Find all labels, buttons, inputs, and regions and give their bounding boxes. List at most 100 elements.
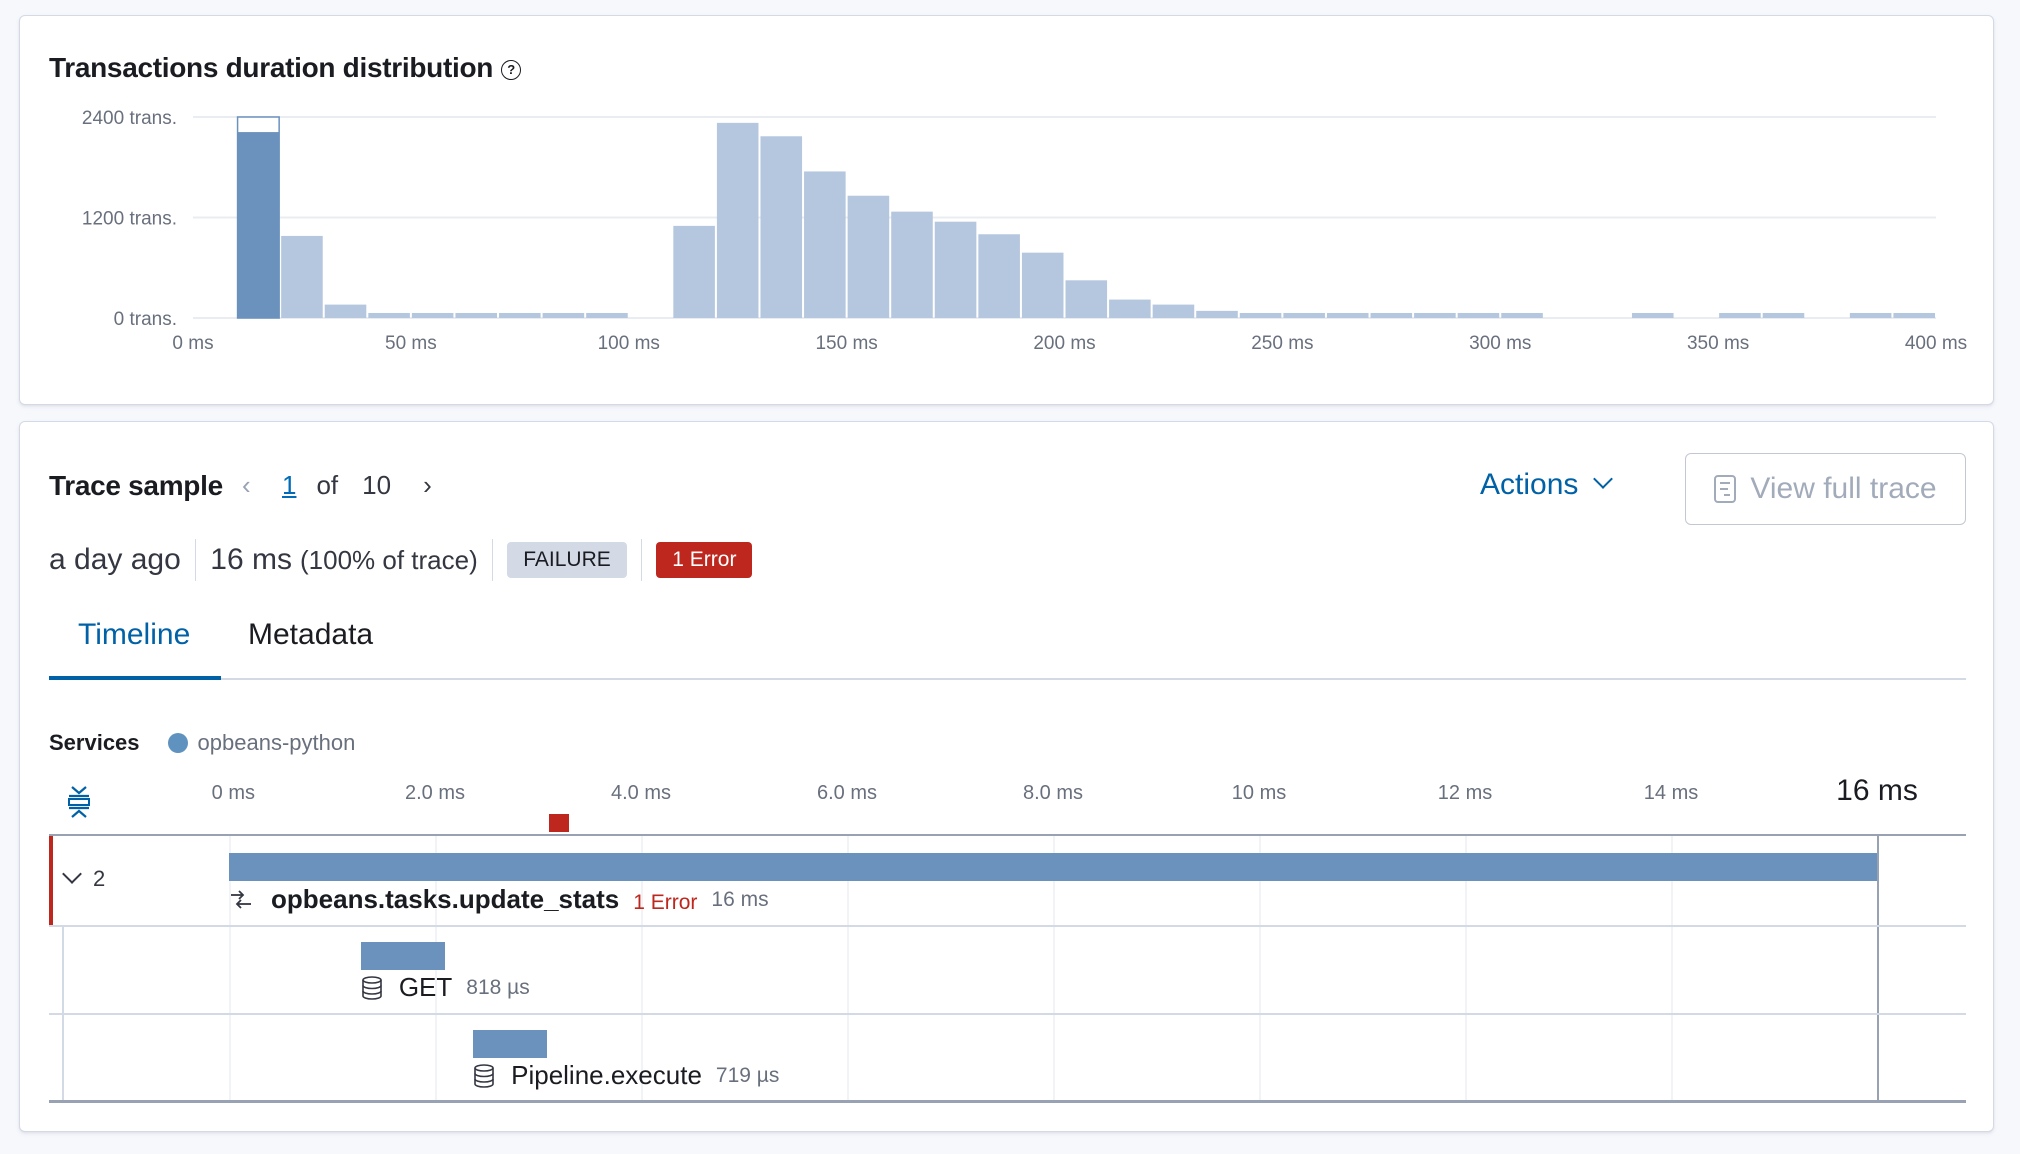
span-bar[interactable] — [473, 1030, 548, 1058]
histogram-bar[interactable] — [1762, 312, 1805, 318]
timeline-tick-label: 12 ms — [1437, 782, 1493, 804]
histogram-bar[interactable] — [411, 312, 454, 318]
span-name: GET — [398, 972, 453, 1002]
histogram-bar[interactable] — [716, 122, 759, 318]
services-label: Services — [49, 730, 140, 755]
y-tick-label: 2400 trans. — [82, 108, 177, 129]
database-icon — [474, 1063, 494, 1088]
trace-duration: 16 ms — [210, 543, 292, 576]
histogram-bar[interactable] — [1283, 312, 1325, 318]
histogram-bar[interactable] — [804, 171, 846, 318]
x-tick-label: 250 ms — [1251, 333, 1313, 354]
y-tick-label: 0 trans. — [114, 309, 177, 330]
chevron-right-icon[interactable]: › — [423, 470, 432, 501]
histogram-bar[interactable] — [1719, 312, 1761, 318]
trace-sample-title: Trace sample — [49, 470, 223, 501]
x-tick-label: 350 ms — [1687, 333, 1749, 354]
histogram-bar[interactable] — [673, 225, 715, 318]
histogram-bar[interactable] — [1152, 304, 1195, 318]
timeline-bottom-line — [49, 1100, 1966, 1103]
pager-current-page[interactable]: 1 — [282, 470, 296, 501]
trace-sample-panel: Trace sample ‹ 1 of 10 › Actions View fu… — [19, 421, 1994, 1132]
histogram-bar[interactable] — [1414, 312, 1456, 318]
transaction-bar[interactable] — [229, 853, 1877, 881]
view-full-trace-button[interactable]: View full trace — [1685, 453, 1966, 525]
histogram-bar[interactable] — [1457, 312, 1500, 318]
histogram-bar[interactable] — [1849, 312, 1892, 318]
timeline-tick-label: 16 ms — [1836, 774, 1918, 807]
histogram-bar[interactable] — [891, 211, 933, 318]
trace-timestamp: a day ago — [49, 543, 181, 576]
histogram-bar[interactable] — [1501, 312, 1543, 318]
histogram-bar[interactable] — [368, 312, 410, 318]
x-tick-label: 200 ms — [1033, 333, 1095, 354]
actions-dropdown-button[interactable]: Actions — [1480, 468, 1614, 502]
view-full-trace-label: View full trace — [1750, 472, 1937, 505]
transaction-error-link[interactable]: 1 Error — [633, 891, 697, 915]
histogram-bar[interactable] — [1893, 312, 1935, 318]
duration-histogram[interactable]: 0 trans. 1200 trans. 2400 trans. 0 ms 50 ms 1… — [20, 16, 1995, 406]
separator — [640, 539, 643, 581]
histogram-bar[interactable] — [1631, 312, 1674, 318]
histogram-bar[interactable] — [847, 195, 890, 318]
chevron-left-icon[interactable]: ‹ — [242, 470, 282, 501]
timeline-tick-label: 0 ms — [211, 782, 256, 804]
span-label[interactable]: GET 818 µs — [361, 972, 530, 1003]
trace-summary: a day ago 16 ms (100% of trace) FAILURE … — [49, 537, 753, 583]
separator — [194, 539, 197, 581]
span-bar[interactable] — [360, 942, 446, 970]
transaction-arrows-icon — [231, 889, 251, 909]
tab-timeline[interactable]: Timeline — [78, 618, 190, 652]
histogram-bar[interactable] — [1326, 312, 1369, 318]
x-tick-label: 300 ms — [1469, 333, 1531, 354]
histogram-bar[interactable] — [934, 221, 977, 318]
outcome-badge: FAILURE — [507, 542, 627, 578]
histogram-bar[interactable] — [1370, 312, 1413, 318]
x-tick-label: 400 ms — [1905, 333, 1967, 354]
histogram-bar-selected[interactable] — [237, 132, 280, 318]
histogram-bar[interactable] — [1196, 310, 1238, 318]
span-label[interactable]: Pipeline.execute 719 µs — [473, 1060, 779, 1091]
error-marker[interactable] — [548, 814, 569, 832]
x-tick-label: 50 ms — [385, 333, 437, 354]
transaction-label[interactable]: opbeans.tasks.update_stats 1 Error 16 ms — [229, 884, 769, 915]
document-icon — [1714, 475, 1737, 503]
pager-of-label: of — [316, 470, 339, 500]
histogram-bar[interactable] — [1065, 280, 1108, 318]
timeline-tick-label: 4.0 ms — [610, 782, 672, 804]
histogram-bar[interactable] — [281, 235, 323, 318]
histogram-bar[interactable] — [324, 304, 367, 318]
error-count-badge[interactable]: 1 Error — [656, 542, 753, 578]
span-name: Pipeline.execute — [511, 1060, 702, 1090]
services-legend: Services opbeans-python — [49, 730, 355, 756]
histogram-bar[interactable] — [542, 312, 585, 318]
service-name: opbeans-python — [197, 730, 356, 755]
tabs-divider — [49, 678, 1966, 680]
pager-total: 10 — [362, 470, 392, 500]
x-tick-label: 150 ms — [815, 333, 877, 354]
expand-toggle[interactable]: 2 — [62, 864, 105, 892]
histogram-bar[interactable] — [1239, 312, 1282, 318]
timeline-tick-label: 6.0 ms — [816, 782, 878, 804]
histogram-bar[interactable] — [760, 136, 803, 318]
collapse-all-icon[interactable] — [63, 784, 95, 820]
span-duration: 719 µs — [715, 1063, 780, 1087]
histogram-bar[interactable] — [978, 234, 1020, 318]
actions-label: Actions — [1480, 468, 1579, 501]
timeline-tick-label: 8.0 ms — [1022, 782, 1084, 804]
waterfall-row-span[interactable] — [49, 1015, 1966, 1101]
histogram-bar[interactable] — [1021, 252, 1064, 318]
timeline-tick-label: 14 ms — [1643, 782, 1699, 804]
x-tick-label: 0 ms — [172, 333, 213, 354]
histogram-bar[interactable] — [499, 312, 541, 318]
tab-metadata[interactable]: Metadata — [248, 618, 373, 652]
trace-percent: (100% of trace) — [299, 544, 478, 575]
chevron-down-icon — [1593, 469, 1614, 489]
timeline-tick-label: 10 ms — [1231, 782, 1287, 804]
histogram-bar[interactable] — [1109, 299, 1151, 318]
trace-pager: ‹ 1 of 10 › — [242, 470, 432, 501]
waterfall-row-span[interactable] — [49, 927, 1966, 1102]
timeline-tick-label: 2.0 ms — [404, 782, 466, 804]
histogram-bar[interactable] — [455, 312, 498, 318]
histogram-bar[interactable] — [586, 312, 628, 318]
